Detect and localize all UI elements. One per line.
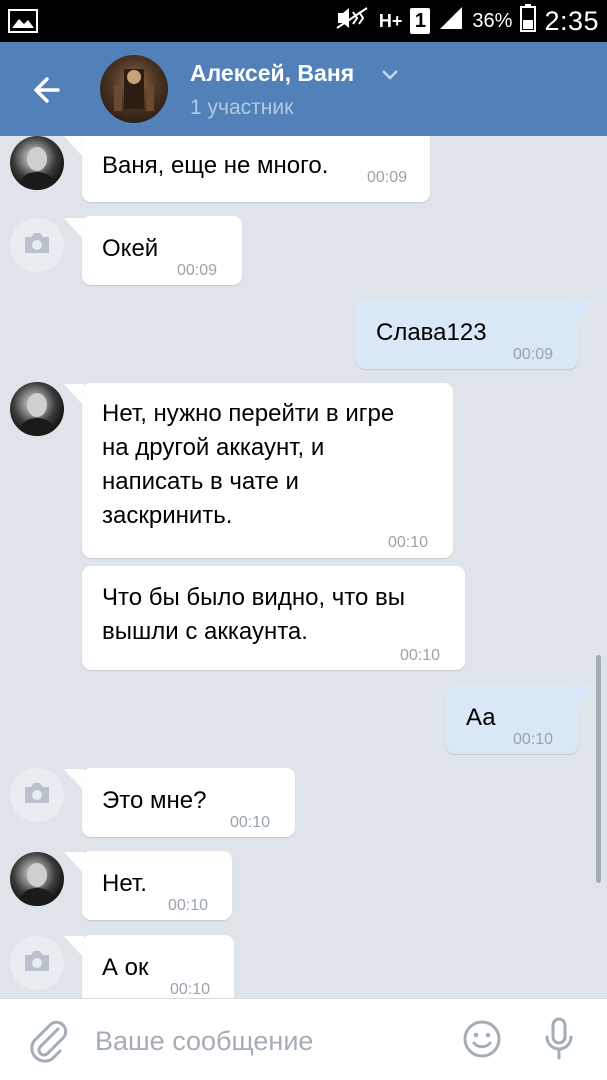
message-bubble[interactable]: А ок 00:10 (82, 935, 234, 998)
message-bubble[interactable]: Нет. 00:10 (82, 851, 232, 920)
message-time: 00:10 (170, 981, 211, 998)
status-bar: H+ 1 36% 2:35 (0, 0, 607, 42)
bubble-tail (64, 936, 84, 958)
message-list[interactable]: Ваня, еще не много. 00:09 Окей 00:09 Сла… (0, 136, 607, 998)
battery-icon (520, 4, 537, 38)
bubble-tail (64, 769, 84, 791)
gallery-notification-icon (8, 9, 38, 38)
message-line: Нет, нужно перейти в игре (102, 400, 395, 427)
avatar[interactable] (10, 382, 64, 436)
scrollbar[interactable] (596, 655, 601, 883)
message-time: 00:10 (388, 534, 429, 551)
message-text: Аа (466, 704, 496, 731)
message-line: заскринить. (102, 502, 233, 529)
message-bubble[interactable]: Нет, нужно перейти в игре на другой акка… (82, 383, 453, 558)
avatar[interactable] (10, 852, 64, 906)
avatar[interactable] (10, 768, 64, 822)
message-text: Нет. (102, 870, 147, 897)
message-line: вышли с аккаунта. (102, 618, 308, 645)
camera-icon (22, 781, 52, 810)
chevron-down-icon[interactable] (381, 68, 399, 86)
message-text: Окей (102, 235, 159, 262)
emoji-icon[interactable] (462, 1019, 502, 1064)
message-text: Нет, нужно перейти в игре на другой акка… (102, 397, 394, 533)
camera-icon (22, 949, 52, 978)
message-time: 00:09 (177, 262, 218, 279)
mute-vibrate-icon (335, 6, 371, 36)
message-text: Ваня, еще не много. (102, 152, 329, 179)
network-type-icon: H+ (378, 10, 403, 31)
message-line: Что бы было видно, что вы (102, 584, 406, 611)
bubble-tail (578, 300, 598, 322)
avatar[interactable] (10, 136, 64, 190)
message-time: 00:10 (513, 731, 554, 748)
message-text: Это мне? (102, 787, 207, 814)
message-time: 00:09 (513, 346, 554, 363)
message-time: 00:10 (230, 814, 271, 831)
avatar[interactable] (10, 936, 64, 990)
avatar[interactable] (10, 218, 64, 272)
message-bubble[interactable]: Что бы было видно, что вы вышли с аккаун… (82, 566, 465, 670)
message-text: Что бы было видно, что вы вышли с аккаун… (102, 581, 405, 649)
message-input[interactable] (95, 1023, 435, 1059)
chat-avatar[interactable] (100, 55, 168, 123)
message-text: А ок (102, 954, 149, 981)
message-time: 00:10 (168, 897, 209, 914)
bubble-tail (578, 685, 598, 707)
chat-subtitle: 1 участник (190, 96, 294, 119)
message-time: 00:09 (367, 169, 408, 186)
message-line: на другой аккаунт, и (102, 434, 325, 461)
bubble-tail (64, 218, 84, 240)
message-composer (0, 998, 607, 1080)
message-time: 00:10 (400, 647, 441, 664)
message-bubble[interactable]: Аа 00:10 (446, 685, 578, 754)
message-bubble[interactable]: Слава123 00:09 (356, 300, 578, 369)
bubble-tail (64, 136, 84, 158)
bubble-tail (64, 384, 84, 406)
microphone-icon[interactable] (542, 1016, 576, 1067)
chat-header: Алексей, Ваня 1 участник (0, 42, 607, 136)
paperclip-icon[interactable] (28, 1019, 68, 1068)
message-text: Слава123 (376, 319, 487, 346)
message-bubble[interactable]: Это мне? 00:10 (82, 768, 295, 837)
message-bubble[interactable]: Ваня, еще не много. 00:09 (82, 136, 430, 202)
chat-title[interactable]: Алексей, Ваня (190, 60, 354, 87)
back-arrow-icon[interactable] (28, 70, 68, 110)
camera-icon (22, 231, 52, 260)
sim-indicator: 1 (410, 8, 431, 34)
battery-percent: 36% (472, 9, 513, 32)
message-line: написать в чате и (102, 468, 299, 495)
message-bubble[interactable]: Окей 00:09 (82, 216, 242, 285)
signal-icon (438, 5, 464, 37)
clock: 2:35 (544, 5, 599, 36)
bubble-tail (64, 852, 84, 874)
